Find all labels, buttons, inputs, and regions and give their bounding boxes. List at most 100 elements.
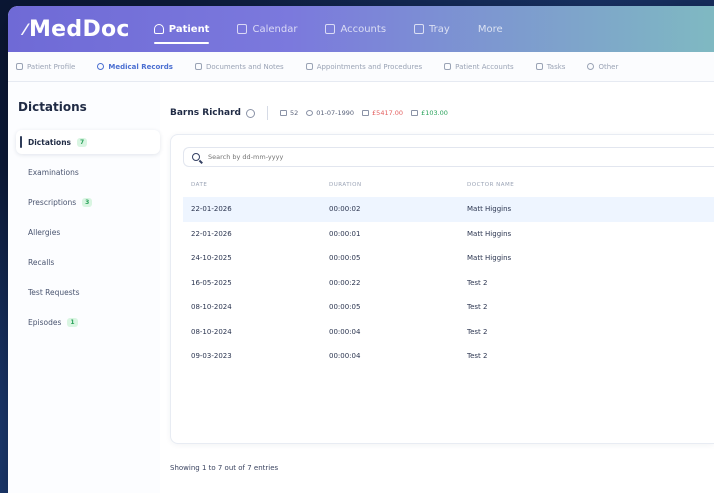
patient-header: Barns Richard 52 01-07-1990 £5417.00 £10… [170,102,714,124]
sidebar-item-recalls[interactable]: Recalls [16,250,160,274]
cell-duration: 00:00:22 [329,278,361,287]
patient-dob: 01-07-1990 [306,109,354,117]
sidebar-item-prescriptions[interactable]: Prescriptions 3 [16,190,160,214]
cell-date: 22-01-2026 [191,205,232,214]
table-row[interactable]: 08-10-2024 00:00:05 Test 2 [183,295,714,320]
sidebar-item-label: Prescriptions [28,197,77,207]
nav-item-accounts[interactable]: Accounts [325,6,386,52]
cell-date: 24-10-2025 [191,254,232,263]
subnav-label: Appointments and Procedures [316,62,423,71]
sidebar-item-label: Allergies [28,227,61,237]
search-input[interactable] [206,152,406,162]
subnav-appointments[interactable]: Appointments and Procedures [305,62,423,71]
column-header-duration[interactable]: DURATION [329,182,467,188]
wallet-icon [444,63,452,70]
cell-doctor: Test 2 [467,303,488,312]
subnav-patient-profile[interactable]: Patient Profile [16,63,75,71]
patient-credit: £103.00 [411,109,448,117]
logo-mark-icon: ⁄ [24,19,27,39]
pagination-info: Showing 1 to 7 out of 7 entries [170,464,279,472]
patient-balance: £5417.00 [362,109,403,117]
table-row[interactable]: 09-03-2023 00:00:04 Test 2 [183,344,714,369]
subnav-label: Medical Records [108,62,173,71]
person-icon [153,24,164,34]
count-badge: 7 [77,137,88,147]
cell-doctor: Test 2 [467,278,488,287]
calendar-icon [237,24,248,34]
credit-icon [411,110,419,116]
cell-duration: 00:00:02 [329,205,361,214]
sidebar: Dictations Dictations 7 Examinations Pre… [8,82,160,493]
table-row[interactable]: 24-10-2025 00:00:05 Matt Higgins [183,246,714,271]
app-window: ⁄ MedDoc Patient Calendar Accounts Tray … [8,6,714,493]
patient-name: Barns Richard [170,108,255,118]
sidebar-title: Dictations [18,100,87,114]
person-icon [306,110,314,116]
sidebar-item-examinations[interactable]: Examinations [16,160,160,184]
cell-doctor: Matt Higgins [467,205,512,214]
sidebar-item-episodes[interactable]: Episodes 1 [16,310,160,334]
nav-item-calendar[interactable]: Calendar [237,6,297,52]
cell-date: 09-03-2023 [191,352,232,361]
nav-item-label: Calendar [252,23,298,35]
search-box [183,147,714,167]
sub-navigation: Patient Profile Medical Records Document… [8,52,714,82]
dictations-card: DATE DURATION DOCTOR NAME 22-01-2026 00:… [170,134,714,444]
nav-item-label: Tray [429,23,450,35]
cell-doctor: Matt Higgins [467,254,512,263]
info-icon[interactable] [245,108,255,118]
wallet-icon [362,110,370,116]
table-row[interactable]: 16-05-2025 00:00:22 Test 2 [183,271,714,296]
column-header-date[interactable]: DATE [191,182,329,188]
sidebar-item-allergies[interactable]: Allergies [16,220,160,244]
sidebar-item-label: Episodes [28,317,62,327]
patient-id: 52 [279,109,299,117]
table-row[interactable]: 22-01-2026 00:00:02 Matt Higgins [183,197,714,222]
divider [266,106,268,120]
main-content: Barns Richard 52 01-07-1990 £5417.00 £10… [160,82,714,493]
cell-doctor: Test 2 [467,352,488,361]
subnav-medical-records[interactable]: Medical Records [97,63,173,71]
table-row[interactable]: 08-10-2024 00:00:04 Test 2 [183,320,714,345]
subnav-patient-accounts[interactable]: Patient Accounts [444,63,514,71]
table-header: DATE DURATION DOCTOR NAME [183,173,714,197]
cell-duration: 00:00:04 [329,327,361,336]
nav-item-label: Patient [168,23,210,35]
nav-item-tray[interactable]: Tray [414,6,450,52]
tray-icon [414,24,425,34]
main-nav: Patient Calendar Accounts Tray More [153,6,531,52]
sidebar-item-label: Test Requests [28,287,80,297]
nav-item-patient[interactable]: Patient [153,6,210,52]
calendar-icon [305,63,313,70]
app-logo[interactable]: ⁄ MedDoc [24,17,130,42]
document-icon [325,24,336,34]
logo-text: MedDoc [28,16,130,42]
cell-doctor: Test 2 [467,327,488,336]
table-row[interactable]: 22-01-2026 00:00:01 Matt Higgins [183,222,714,247]
id-card-icon [279,110,287,116]
column-header-doctor[interactable]: DOCTOR NAME [467,182,627,188]
patient-name-text: Barns Richard [170,108,241,118]
person-icon [16,63,23,70]
patient-balance-text: £5417.00 [372,109,404,117]
medical-icon [97,63,105,70]
subnav-label: Documents and Notes [205,62,284,71]
cell-doctor: Matt Higgins [467,229,512,238]
subnav-label: Patient Profile [27,62,76,71]
nav-item-label: More [477,23,503,35]
nav-item-more[interactable]: More [478,6,503,52]
subnav-label: Tasks [546,62,566,71]
cell-date: 22-01-2026 [191,229,232,238]
subnav-other[interactable]: Other [587,63,618,71]
cell-duration: 00:00:04 [329,352,361,361]
count-badge: 1 [67,317,78,327]
patient-id-text: 52 [289,109,299,117]
top-navigation-bar: ⁄ MedDoc Patient Calendar Accounts Tray … [8,6,714,52]
subnav-tasks[interactable]: Tasks [535,62,566,71]
cell-date: 08-10-2024 [191,303,232,312]
subnav-documents-notes[interactable]: Documents and Notes [194,62,284,71]
sidebar-item-test-requests[interactable]: Test Requests [16,280,160,304]
sidebar-item-dictations[interactable]: Dictations 7 [16,130,160,154]
nav-item-label: Accounts [340,23,387,35]
patient-dob-text: 01-07-1990 [316,109,355,117]
